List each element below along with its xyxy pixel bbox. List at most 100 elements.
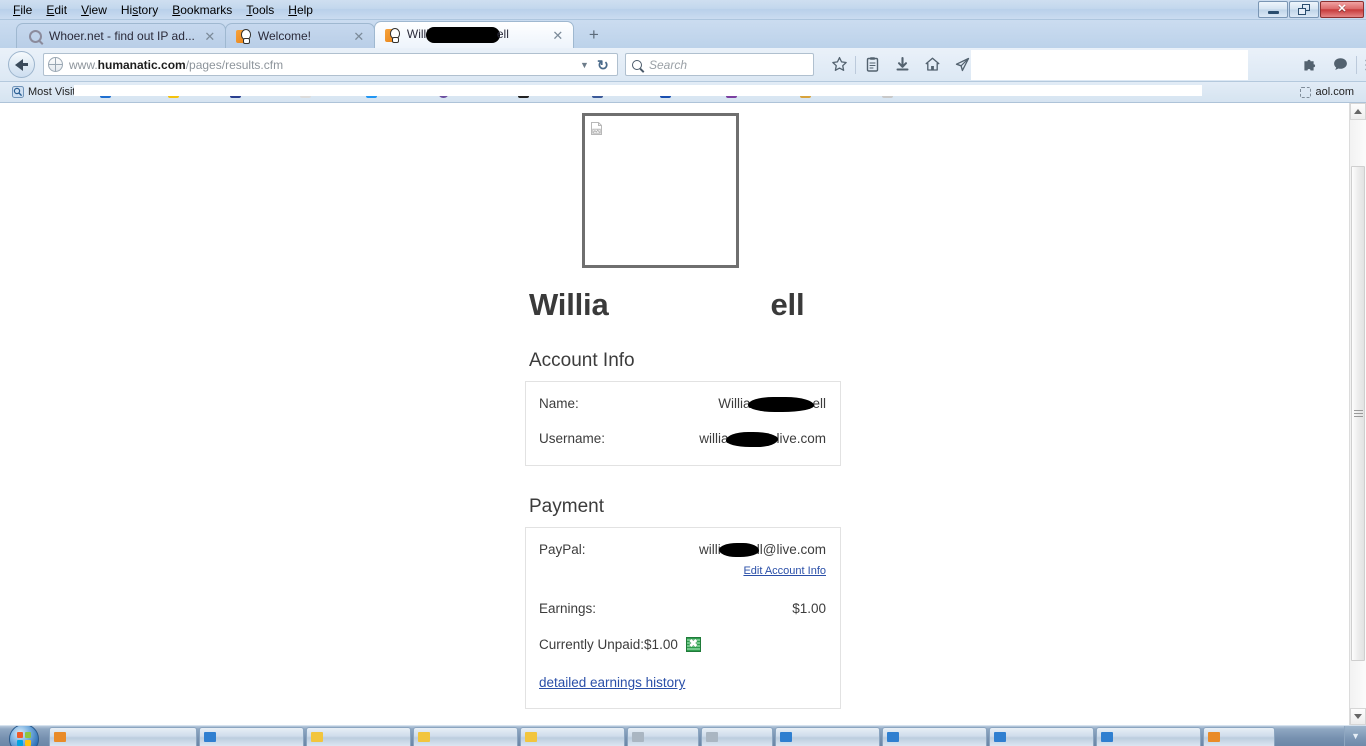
search-placeholder: Search bbox=[649, 57, 688, 72]
url-path: /pages/results.cfm bbox=[185, 57, 284, 72]
menu-bookmarks[interactable]: Bookmarks bbox=[165, 2, 239, 18]
system-tray[interactable]: ▼ bbox=[1344, 726, 1366, 746]
taskbar-item[interactable] bbox=[989, 727, 1094, 746]
taskbar-item[interactable] bbox=[701, 727, 773, 746]
redaction-mark bbox=[748, 396, 815, 412]
payment-heading: Payment bbox=[529, 495, 604, 517]
content-area: Willia ell Account Info Name: Willia ell U… bbox=[0, 103, 1366, 725]
humanatic-icon bbox=[236, 28, 252, 44]
reload-icon[interactable]: ↻ bbox=[597, 58, 611, 72]
scroll-down-button[interactable] bbox=[1350, 708, 1366, 725]
menu-history[interactable]: History bbox=[114, 2, 165, 18]
reading-list-icon[interactable] bbox=[857, 50, 887, 80]
excel-export-icon[interactable]: ✖ bbox=[685, 637, 701, 653]
tab-results[interactable]: Willi ell ✕ bbox=[373, 21, 574, 48]
app-icon bbox=[418, 732, 430, 742]
tray-expand-icon[interactable]: ▼ bbox=[1351, 731, 1360, 741]
redaction-overlay bbox=[74, 85, 1202, 96]
profile-name-prefix: Willi bbox=[529, 287, 592, 322]
menu-bar: File Edit View History Bookmarks Tools H… bbox=[0, 0, 1366, 20]
back-arrow-icon bbox=[15, 58, 23, 71]
new-tab-button[interactable]: + bbox=[581, 23, 607, 47]
app-icon bbox=[706, 732, 718, 742]
taskbar-item[interactable] bbox=[775, 727, 880, 746]
menu-edit[interactable]: Edit bbox=[39, 2, 74, 18]
scrollbar-thumb[interactable] bbox=[1351, 166, 1365, 661]
menu-file[interactable]: File bbox=[6, 2, 39, 18]
broken-image-icon bbox=[590, 121, 605, 136]
tab-title: Welcome! bbox=[257, 29, 312, 43]
taskbar-item[interactable] bbox=[306, 727, 411, 746]
menu-tools[interactable]: Tools bbox=[239, 2, 281, 18]
url-host: humanatic.com bbox=[97, 57, 186, 72]
search-box[interactable]: Search bbox=[625, 53, 814, 76]
minimize-button[interactable] bbox=[1258, 1, 1288, 18]
tab-close-button[interactable]: ✕ bbox=[551, 28, 565, 42]
home-icon[interactable] bbox=[917, 50, 947, 80]
app-icon bbox=[1101, 732, 1113, 742]
menu-help[interactable]: Help bbox=[281, 2, 320, 18]
bookmark-aol[interactable]: aol.com bbox=[1293, 83, 1360, 101]
edit-account-link-row: Edit Account Info bbox=[539, 561, 826, 579]
addon-puzzle-icon[interactable] bbox=[1295, 50, 1325, 80]
row-value: Willia ell bbox=[718, 396, 826, 412]
grip-lines-icon bbox=[1353, 408, 1363, 419]
tab-whoer[interactable]: Whoer.net - find out IP ad... ✕ bbox=[16, 23, 226, 48]
menu-view[interactable]: View bbox=[74, 2, 114, 18]
chevron-down-icon[interactable]: ▼ bbox=[580, 60, 592, 70]
taskbar-item[interactable] bbox=[413, 727, 518, 746]
tab-strip: Whoer.net - find out IP ad... ✕ Welcome!… bbox=[0, 20, 1366, 48]
taskbar-item[interactable] bbox=[520, 727, 625, 746]
chat-bubble-icon[interactable] bbox=[1325, 50, 1355, 80]
window-controls: ✕ bbox=[1258, 1, 1364, 18]
app-icon bbox=[311, 732, 323, 742]
row-value: willi ll@live.com bbox=[699, 541, 826, 558]
bookmark-star-icon[interactable] bbox=[824, 50, 854, 80]
detailed-earnings-history-link[interactable]: detailed earnings history bbox=[539, 675, 685, 690]
app-icon bbox=[204, 732, 216, 742]
tab-close-button[interactable]: ✕ bbox=[352, 29, 366, 43]
url-text: www.humanatic.com/pages/results.cfm bbox=[69, 58, 578, 72]
taskbar-item[interactable] bbox=[49, 727, 197, 746]
tab-close-button[interactable]: ✕ bbox=[203, 29, 217, 43]
profile-name-partial: a bbox=[591, 287, 609, 322]
taskbar-item[interactable] bbox=[1096, 727, 1201, 746]
bookmark-placeholder-icon bbox=[1299, 86, 1311, 98]
edit-account-info-link[interactable]: Edit Account Info bbox=[743, 565, 826, 577]
bookmark-label: aol.com bbox=[1315, 86, 1354, 98]
taskbar-item[interactable] bbox=[1203, 727, 1275, 746]
humanatic-icon bbox=[385, 27, 401, 43]
close-button[interactable]: ✕ bbox=[1320, 1, 1364, 18]
toolbar-separator bbox=[855, 55, 856, 74]
page-scrollbar[interactable] bbox=[1349, 103, 1366, 725]
row-label: Earnings: bbox=[539, 601, 597, 617]
search-icon bbox=[27, 28, 43, 44]
value-prefix: willi bbox=[699, 541, 721, 557]
row-value: willia live.com bbox=[699, 431, 826, 447]
start-button[interactable] bbox=[0, 726, 48, 746]
app-icon bbox=[525, 732, 537, 742]
value-suffix: ell bbox=[812, 396, 826, 411]
taskbar-item[interactable] bbox=[199, 727, 304, 746]
tab-welcome[interactable]: Welcome! ✕ bbox=[224, 23, 375, 48]
scroll-up-button[interactable] bbox=[1350, 103, 1366, 120]
currently-unpaid-row: Currently Unpaid: $1.00 ✖ bbox=[539, 637, 826, 653]
redaction-mark bbox=[718, 543, 759, 558]
page-title: Willia ell bbox=[529, 287, 805, 323]
back-button[interactable] bbox=[8, 51, 35, 78]
profile-name-suffix: ell bbox=[770, 287, 805, 322]
taskbar-item[interactable] bbox=[882, 727, 987, 746]
downloads-icon[interactable] bbox=[887, 50, 917, 80]
scrollbar-track[interactable] bbox=[1350, 120, 1366, 708]
taskbar-item[interactable] bbox=[627, 727, 699, 746]
address-bar[interactable]: www.humanatic.com/pages/results.cfm ▼ ↻ bbox=[43, 53, 618, 76]
restore-button[interactable] bbox=[1289, 1, 1319, 18]
hamburger-menu-icon[interactable] bbox=[1358, 50, 1366, 80]
history-link-row: detailed earnings history bbox=[539, 674, 826, 692]
row-label: Name: bbox=[539, 396, 579, 411]
row-label: Currently Unpaid: bbox=[539, 637, 645, 653]
row-label: PayPal: bbox=[539, 541, 586, 557]
most-visited-icon bbox=[12, 86, 24, 98]
account-name-row: Name: Willia ell bbox=[539, 396, 826, 412]
value-suffix: ll@live.com bbox=[756, 541, 826, 557]
